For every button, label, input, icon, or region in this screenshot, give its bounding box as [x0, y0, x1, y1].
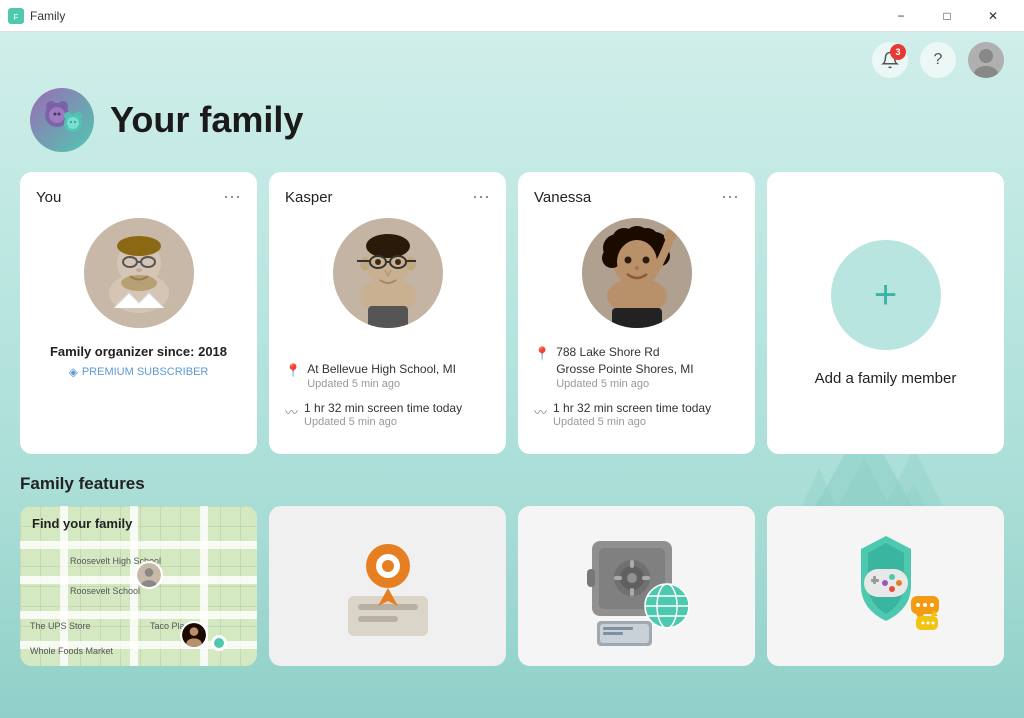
feature-find-family[interactable]: Roosevelt High School Roosevelt School T… [20, 506, 257, 666]
screen-time-illustration [816, 521, 956, 651]
location-icon-2: 📍 [534, 346, 550, 362]
location-pin-illustration [328, 526, 448, 646]
road-h3 [20, 611, 257, 619]
you-card-info: Family organizer since: 2018 ◈ PREMIUM S… [36, 344, 241, 438]
kasper-screen-time: 1 hr 32 min screen time today [304, 400, 462, 417]
you-photo [84, 218, 194, 328]
add-circle: + [831, 240, 941, 350]
vanessa-screen-info: 1 hr 32 min screen time today Updated 5 … [553, 400, 711, 429]
family-cards-grid: You ⋯ [0, 172, 1024, 454]
premium-label: PREMIUM SUBSCRIBER [82, 366, 209, 378]
add-member-card[interactable]: + Add a family member [767, 172, 1004, 454]
vanessa-location: 788 Lake Shore Rd Grosse Pointe Shores, … [556, 344, 693, 378]
feature-screen-time[interactable] [767, 506, 1004, 666]
vanessa-screen-updated: Updated 5 min ago [553, 416, 711, 428]
feature-safe-browsing[interactable] [518, 506, 755, 666]
vanessa-screen-time: 1 hr 32 min screen time today [553, 400, 711, 417]
add-plus-icon: + [874, 275, 897, 315]
you-card-menu[interactable]: ⋯ [223, 188, 241, 206]
screen-time-icon: 〰 [285, 402, 298, 421]
kasper-location-row: 📍 At Bellevue High School, MI Updated 5 … [285, 361, 490, 390]
app-title: Family [30, 9, 65, 23]
kasper-location-updated: Updated 5 min ago [307, 378, 456, 390]
diamond-icon: ◈ [69, 365, 78, 379]
window-controls: − □ ✕ [878, 0, 1016, 32]
help-icon: ? [934, 51, 943, 69]
feature-map-label: Find your family [32, 516, 132, 531]
features-section: Family features Roosevelt High School Ro… [0, 454, 1024, 666]
road-h1 [20, 541, 257, 549]
app-icon: F [8, 8, 24, 24]
kasper-screen-updated: Updated 5 min ago [304, 416, 462, 428]
you-card-name: You [36, 189, 61, 206]
safe-browsing-illustration [567, 521, 707, 651]
kasper-card-header: Kasper ⋯ [285, 188, 490, 206]
vanessa-card-header: Vanessa ⋯ [534, 188, 739, 206]
kasper-info: 📍 At Bellevue High School, MI Updated 5 … [285, 361, 490, 439]
kasper-photo [333, 218, 443, 328]
vanessa-name: Vanessa [534, 189, 591, 206]
map-label-2: Roosevelt School [70, 586, 140, 596]
feature-location-alerts[interactable] [269, 506, 506, 666]
kasper-name: Kasper [285, 189, 333, 206]
help-button[interactable]: ? [920, 42, 956, 78]
page-header: Your family [0, 88, 1024, 172]
kasper-location: At Bellevue High School, MI [307, 361, 456, 378]
vanessa-menu[interactable]: ⋯ [721, 188, 739, 206]
vanessa-location-updated: Updated 5 min ago [556, 378, 693, 390]
vanessa-photo [582, 218, 692, 328]
map-label-5: Whole Foods Market [30, 646, 113, 656]
bear-family-icon [37, 95, 87, 145]
page-title: Your family [110, 99, 303, 141]
app-container: 3 ? [0, 32, 1024, 718]
user-avatar-icon [968, 42, 1004, 78]
organizer-text: Family organizer since: 2018 [36, 344, 241, 359]
you-card: You ⋯ [20, 172, 257, 454]
minimize-button[interactable]: − [878, 0, 924, 32]
notification-badge: 3 [890, 44, 906, 60]
kasper-screen-row: 〰 1 hr 32 min screen time today Updated … [285, 400, 490, 429]
svg-text:F: F [14, 13, 19, 22]
features-title: Family features [20, 474, 1004, 494]
screen-time-icon-2: 〰 [534, 402, 547, 421]
vanessa-screen-row: 〰 1 hr 32 min screen time today Updated … [534, 400, 739, 429]
map-label-3: The UPS Store [30, 621, 91, 631]
close-button[interactable]: ✕ [970, 0, 1016, 32]
kasper-card: Kasper ⋯ [269, 172, 506, 454]
vanessa-info: 📍 788 Lake Shore Rd Grosse Pointe Shores… [534, 344, 739, 438]
you-card-header: You ⋯ [36, 188, 241, 206]
title-bar-left: F Family [8, 8, 65, 24]
premium-badge: ◈ PREMIUM SUBSCRIBER [36, 365, 241, 379]
vanessa-location-row: 📍 788 Lake Shore Rd Grosse Pointe Shores… [534, 344, 739, 390]
notifications-button[interactable]: 3 [872, 42, 908, 78]
family-icon [30, 88, 94, 152]
kasper-screen-info: 1 hr 32 min screen time today Updated 5 … [304, 400, 462, 429]
add-member-label: Add a family member [815, 370, 957, 387]
location-icon: 📍 [285, 363, 301, 379]
user-avatar-button[interactable] [968, 42, 1004, 78]
top-bar: 3 ? [0, 32, 1024, 88]
kasper-location-info: At Bellevue High School, MI Updated 5 mi… [307, 361, 456, 390]
kasper-menu[interactable]: ⋯ [472, 188, 490, 206]
features-grid: Roosevelt High School Roosevelt School T… [20, 506, 1004, 666]
title-bar: F Family − □ ✕ [0, 0, 1024, 32]
vanessa-location-info: 788 Lake Shore Rd Grosse Pointe Shores, … [556, 344, 693, 390]
maximize-button[interactable]: □ [924, 0, 970, 32]
vanessa-avatar [582, 218, 692, 328]
kasper-avatar [333, 218, 443, 328]
vanessa-card: Vanessa ⋯ [518, 172, 755, 454]
you-avatar [84, 218, 194, 328]
